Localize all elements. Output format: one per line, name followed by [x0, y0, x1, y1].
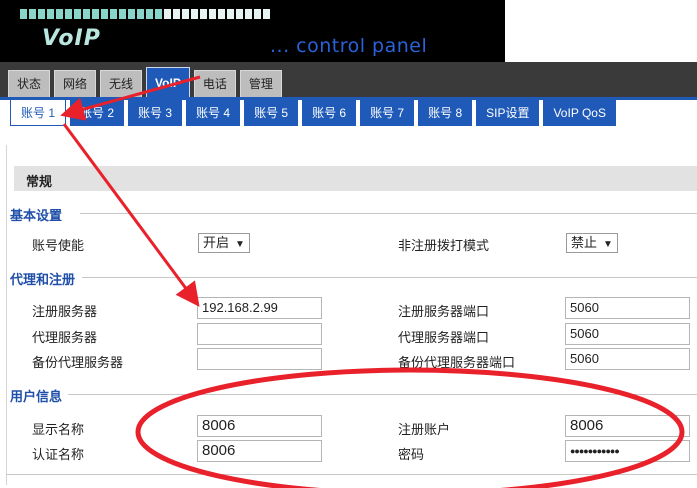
reg-port-label: 注册服务器端口 — [398, 304, 490, 319]
display-name-label: 显示名称 — [32, 422, 85, 437]
subtab-account-3[interactable]: 账号 3 — [128, 100, 183, 126]
subtab-account-2[interactable]: 账号 2 — [70, 100, 125, 126]
subtab-account-4[interactable]: 账号 4 — [186, 100, 241, 126]
password-label: 密码 — [398, 447, 425, 462]
tab-status[interactable]: 状态 — [8, 70, 51, 97]
subtab-sip-settings[interactable]: SIP设置 — [476, 100, 540, 126]
account-enable-select[interactable]: 开启 ▼ — [198, 233, 250, 253]
legend-user-info: 用户信息 — [10, 389, 63, 404]
subtab-account-7[interactable]: 账号 7 — [360, 100, 415, 126]
main-tabs: 状态 网络 无线 VoIP 电话 管理 — [8, 67, 282, 97]
account-enable-value: 开启 — [203, 235, 230, 250]
account-enable-label: 账号使能 — [32, 238, 85, 253]
tab-management[interactable]: 管理 — [239, 70, 282, 97]
section-title: 常规 — [26, 174, 53, 189]
voip-logo: VoIP — [42, 26, 101, 51]
reg-account-label: 注册账户 — [398, 422, 451, 437]
legend-divider — [82, 277, 697, 278]
tab-phone[interactable]: 电话 — [193, 70, 236, 97]
reg-port-input[interactable]: 5060 — [565, 297, 690, 319]
sub-tabs: 账号 1 账号 2 账号 3 账号 4 账号 5 账号 6 账号 7 账号 8 … — [10, 100, 616, 126]
panel-bottom-divider — [6, 474, 697, 475]
legend-basic-settings: 基本设置 — [10, 208, 63, 223]
display-name-input[interactable]: 8006 — [197, 415, 322, 437]
subtab-account-1[interactable]: 账号 1 — [10, 100, 67, 126]
proxy-port-label: 代理服务器端口 — [398, 330, 490, 345]
backup-proxy-input[interactable] — [197, 348, 322, 370]
tab-wireless[interactable]: 无线 — [100, 70, 143, 97]
header-banner: VoIP ... control panel — [0, 0, 505, 62]
backup-port-input[interactable]: 5060 — [565, 348, 690, 370]
dropdown-arrow-icon: ▼ — [603, 239, 613, 250]
unreg-dial-value: 禁止 — [571, 235, 598, 250]
legend-divider — [68, 394, 697, 395]
reg-account-input[interactable]: 8006 — [565, 415, 690, 437]
proxy-server-label: 代理服务器 — [32, 330, 98, 345]
reg-server-input[interactable]: 192.168.2.99 — [197, 297, 322, 319]
subtab-account-8[interactable]: 账号 8 — [418, 100, 473, 126]
backup-proxy-label: 备份代理服务器 — [32, 355, 124, 370]
unreg-dial-select[interactable]: 禁止 ▼ — [566, 233, 618, 253]
control-panel-title: ... control panel — [270, 35, 428, 57]
reg-server-label: 注册服务器 — [32, 304, 98, 319]
subtab-account-6[interactable]: 账号 6 — [302, 100, 357, 126]
backup-port-label: 备份代理服务器端口 — [398, 355, 516, 370]
banner-stripes — [20, 9, 270, 19]
tab-voip[interactable]: VoIP — [146, 67, 190, 97]
section-header: 常规 — [14, 166, 697, 191]
legend-proxy-registration: 代理和注册 — [10, 272, 76, 287]
auth-name-input[interactable]: 8006 — [197, 440, 322, 462]
password-input[interactable]: ●●●●●●●●●●● — [565, 440, 690, 462]
legend-divider — [80, 213, 697, 214]
auth-name-label: 认证名称 — [32, 447, 85, 462]
subtab-account-5[interactable]: 账号 5 — [244, 100, 299, 126]
tab-network[interactable]: 网络 — [54, 70, 97, 97]
unreg-dial-label: 非注册拨打模式 — [398, 238, 490, 253]
subtab-voip-qos[interactable]: VoIP QoS — [543, 100, 616, 126]
dropdown-arrow-icon: ▼ — [235, 239, 245, 250]
proxy-server-input[interactable] — [197, 323, 322, 345]
proxy-port-input[interactable]: 5060 — [565, 323, 690, 345]
